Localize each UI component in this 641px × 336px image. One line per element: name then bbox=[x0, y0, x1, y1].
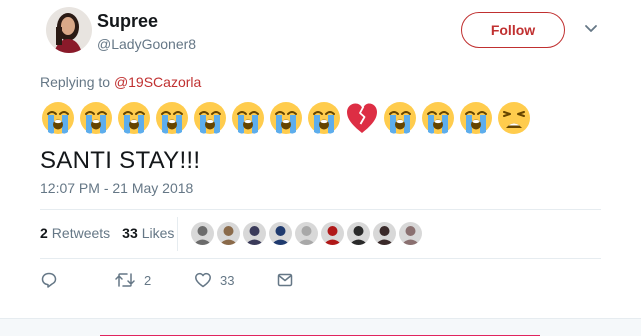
emoji-row bbox=[40, 100, 532, 136]
like-count: 33 bbox=[220, 272, 235, 288]
envelope-icon bbox=[277, 273, 293, 287]
heart-icon bbox=[195, 272, 211, 288]
loudly-crying-face-emoji bbox=[118, 102, 150, 134]
direct-message-action[interactable] bbox=[276, 271, 294, 289]
retweets-count: 2 bbox=[40, 225, 48, 241]
liker-photo-icon bbox=[321, 222, 344, 245]
tweet-text: SANTI STAY!!! bbox=[40, 147, 201, 174]
likes-label: Likes bbox=[141, 225, 175, 241]
tweet-card: Supree @LadyGooner8 Follow Replying to @… bbox=[0, 0, 641, 336]
loudly-crying-face-emoji bbox=[194, 102, 226, 134]
retweet-icon bbox=[115, 273, 135, 287]
liker-photo-icon bbox=[373, 222, 396, 245]
likes-count: 33 bbox=[122, 225, 138, 241]
retweet-action[interactable]: 2 bbox=[114, 271, 194, 289]
loudly-crying-face-emoji bbox=[156, 102, 188, 134]
action-bar: 2 33 bbox=[40, 271, 294, 289]
liker-avatar[interactable] bbox=[399, 222, 422, 245]
divider bbox=[40, 258, 601, 259]
liker-photo-icon bbox=[295, 222, 318, 245]
liker-avatar[interactable] bbox=[217, 222, 240, 245]
avatar-photo-icon bbox=[46, 7, 92, 53]
liker-avatar[interactable] bbox=[243, 222, 266, 245]
liker-avatar[interactable] bbox=[373, 222, 396, 245]
likes-stat[interactable]: 33 Likes bbox=[122, 225, 174, 241]
liker-photo-icon bbox=[243, 222, 266, 245]
reply-mention-link[interactable]: @19SCazorla bbox=[114, 74, 201, 90]
next-tweet-edge bbox=[0, 318, 641, 336]
liker-photo-icon bbox=[347, 222, 370, 245]
liker-avatar[interactable] bbox=[269, 222, 292, 245]
follow-button[interactable]: Follow bbox=[461, 12, 565, 48]
liker-photo-icon bbox=[217, 222, 240, 245]
loudly-crying-face-emoji bbox=[270, 102, 302, 134]
retweets-stat[interactable]: 2 Retweets bbox=[40, 225, 110, 241]
author-handle[interactable]: @LadyGooner8 bbox=[97, 36, 196, 52]
stats-separator bbox=[177, 217, 178, 251]
liker-avatars bbox=[191, 222, 422, 245]
loudly-crying-face-emoji bbox=[80, 102, 112, 134]
liker-photo-icon bbox=[269, 222, 292, 245]
retweets-label: Retweets bbox=[51, 225, 111, 241]
loudly-crying-face-emoji bbox=[384, 102, 416, 134]
retweet-count: 2 bbox=[144, 272, 152, 288]
loudly-crying-face-emoji bbox=[422, 102, 454, 134]
liker-photo-icon bbox=[191, 222, 214, 245]
chevron-down-icon[interactable] bbox=[584, 24, 598, 34]
liker-avatar[interactable] bbox=[295, 222, 318, 245]
loudly-crying-face-emoji bbox=[308, 102, 340, 134]
loudly-crying-face-emoji bbox=[42, 102, 74, 134]
like-action[interactable]: 33 bbox=[194, 271, 276, 289]
liker-avatar[interactable] bbox=[347, 222, 370, 245]
liker-photo-icon bbox=[399, 222, 422, 245]
loudly-crying-face-emoji bbox=[460, 102, 492, 134]
weary-face-emoji bbox=[498, 102, 530, 134]
author-avatar[interactable] bbox=[46, 7, 92, 53]
liker-avatar[interactable] bbox=[321, 222, 344, 245]
replying-to: Replying to @19SCazorla bbox=[40, 74, 201, 90]
reply-action[interactable] bbox=[40, 271, 114, 289]
engagement-stats: 2 Retweets 33 Likes bbox=[40, 225, 174, 241]
author-display-name[interactable]: Supree bbox=[97, 11, 158, 32]
divider bbox=[40, 209, 601, 210]
tweet-timestamp[interactable]: 12:07 PM - 21 May 2018 bbox=[40, 180, 193, 196]
replying-prefix: Replying to bbox=[40, 74, 111, 90]
liker-avatar[interactable] bbox=[191, 222, 214, 245]
loudly-crying-face-emoji bbox=[232, 102, 264, 134]
broken-heart-emoji bbox=[347, 103, 377, 133]
reply-icon bbox=[41, 272, 57, 288]
